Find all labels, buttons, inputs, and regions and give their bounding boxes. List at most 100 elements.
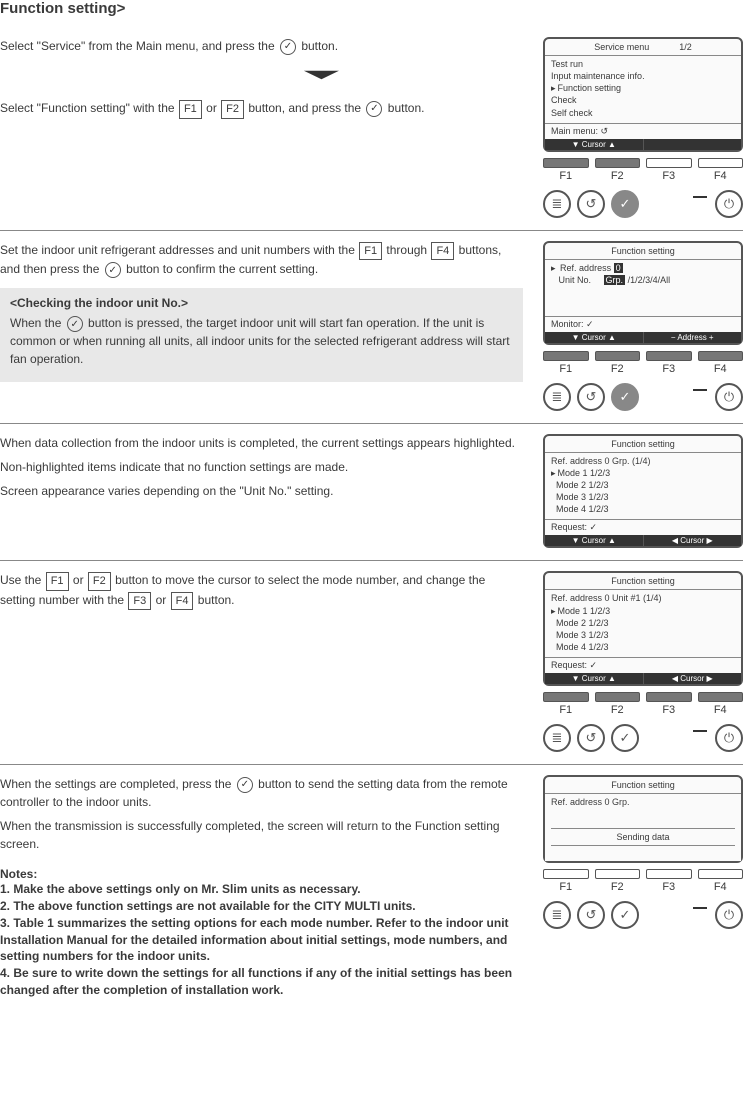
lcd-row: Mode 4 1/2/3 (556, 642, 609, 652)
note-item: 1. Make the above settings only on Mr. S… (0, 881, 523, 898)
text: through (386, 243, 430, 257)
confirm-button[interactable]: ✓ (611, 383, 639, 411)
back-button[interactable]: ↺ (577, 724, 605, 752)
lcd-row: Mode 1 1/2/3 (551, 605, 735, 617)
check-icon (237, 777, 253, 793)
softkey: ▼ Cursor ▲ (545, 673, 644, 684)
confirm-button[interactable]: ✓ (611, 724, 639, 752)
f1-button[interactable] (543, 692, 589, 702)
section-3: When data collection from the indoor uni… (0, 424, 743, 562)
lcd-row: Ref. address 0 Unit #1 (1/4) (551, 592, 735, 604)
power-button[interactable]: ⏻ (715, 724, 743, 752)
f1-button[interactable] (543, 351, 589, 361)
f4-key: F4 (431, 242, 454, 261)
f4-button[interactable] (698, 351, 744, 361)
text: button, and press the (248, 101, 364, 115)
text: When the settings are completed, press t… (0, 777, 235, 791)
f4-button[interactable] (698, 869, 744, 879)
f3-button[interactable] (646, 869, 692, 879)
section-5: When the settings are completed, press t… (0, 765, 743, 1019)
menu-button[interactable]: ≣ (543, 190, 571, 218)
note-item: 4. Be sure to write down the settings fo… (0, 965, 523, 999)
lcd-row: Ref. address 0 Grp. (551, 796, 735, 808)
f1-key: F1 (46, 572, 69, 591)
notes-title: Notes: (0, 867, 523, 881)
f2-key: F2 (221, 100, 244, 119)
f2-label: F2 (595, 363, 641, 375)
lcd-hint: Main menu: ↺ (545, 123, 741, 139)
text: Use the (0, 573, 45, 587)
lcd-page: 1/2 (679, 42, 692, 52)
f2-button[interactable] (595, 692, 641, 702)
softkey: ◀ Cursor ▶ (644, 673, 742, 684)
softkey: ▼ Cursor ▲ (545, 332, 644, 343)
indicator (693, 907, 707, 909)
lcd-hint: Request: ✓ (545, 657, 741, 673)
f4-button[interactable] (698, 692, 744, 702)
lcd-row: Mode 4 1/2/3 (556, 504, 609, 514)
lcd-row: Mode 1 1/2/3 (551, 467, 735, 479)
f4-button[interactable] (698, 158, 744, 168)
lcd-title: Service menu (594, 42, 649, 52)
menu-button[interactable]: ≣ (543, 724, 571, 752)
notes-box: Notes: 1. Make the above settings only o… (0, 859, 523, 1007)
value-selected: Grp. (604, 275, 626, 285)
f3-label: F3 (646, 881, 692, 893)
f2-button[interactable] (595, 158, 641, 168)
indicator (693, 730, 707, 732)
f3-button[interactable] (646, 692, 692, 702)
confirm-button[interactable]: ✓ (611, 190, 639, 218)
f1-key: F1 (179, 100, 202, 119)
menu-button[interactable]: ≣ (543, 383, 571, 411)
f2-label: F2 (595, 170, 641, 182)
text: or (156, 593, 170, 607)
lcd-row: Mode 2 1/2/3 (556, 480, 609, 490)
lcd-msg: Sending data (551, 828, 735, 846)
section-4: Use the F1 or F2 button to move the curs… (0, 561, 743, 765)
text: When the (10, 316, 65, 330)
text: Set the indoor unit refrigerant addresse… (0, 243, 358, 257)
softkey: − Address + (644, 332, 742, 343)
f4-label: F4 (698, 363, 744, 375)
power-button[interactable]: ⏻ (715, 383, 743, 411)
text: button. (301, 39, 338, 53)
f1-label: F1 (543, 704, 589, 716)
text: button is pressed, the target indoor uni… (10, 316, 510, 366)
f2-label: F2 (595, 704, 641, 716)
text: When the transmission is successfully co… (0, 817, 523, 853)
lcd-screen: Function setting Ref. address 0 Unit #1 … (543, 571, 743, 686)
f4-label: F4 (698, 704, 744, 716)
lcd-row: Mode 3 1/2/3 (556, 492, 609, 502)
check-icon (67, 316, 83, 332)
f2-button[interactable] (595, 351, 641, 361)
page-title: Function setting> (0, 0, 743, 17)
f3-key: F3 (128, 592, 151, 611)
power-button[interactable]: ⏻ (715, 190, 743, 218)
back-button[interactable]: ↺ (577, 190, 605, 218)
lcd-screen: Service menu1/2 Test run Input maintenan… (543, 37, 743, 152)
note-item: 2. The above function settings are not a… (0, 898, 523, 915)
f2-button[interactable] (595, 869, 641, 879)
softkey: ◀ Cursor ▶ (644, 535, 742, 546)
lcd-row: Mode 2 1/2/3 (556, 618, 609, 628)
f3-label: F3 (646, 170, 692, 182)
f1-key: F1 (359, 242, 382, 261)
back-button[interactable]: ↺ (577, 383, 605, 411)
softkey (644, 139, 742, 150)
f3-label: F3 (646, 363, 692, 375)
menu-item: Self check (551, 107, 735, 119)
back-button[interactable]: ↺ (577, 901, 605, 929)
text: Screen appearance varies depending on th… (0, 482, 523, 500)
menu-item-selected: Function setting (551, 82, 735, 94)
f3-button[interactable] (646, 351, 692, 361)
f1-button[interactable] (543, 869, 589, 879)
confirm-button[interactable]: ✓ (611, 901, 639, 929)
f1-button[interactable] (543, 158, 589, 168)
menu-button[interactable]: ≣ (543, 901, 571, 929)
softkey (545, 850, 741, 861)
power-button[interactable]: ⏻ (715, 901, 743, 929)
text: button. (198, 593, 235, 607)
f3-button[interactable] (646, 158, 692, 168)
f2-key: F2 (88, 572, 111, 591)
lcd-screen: Function setting Ref. address 0 Unit No.… (543, 241, 743, 345)
